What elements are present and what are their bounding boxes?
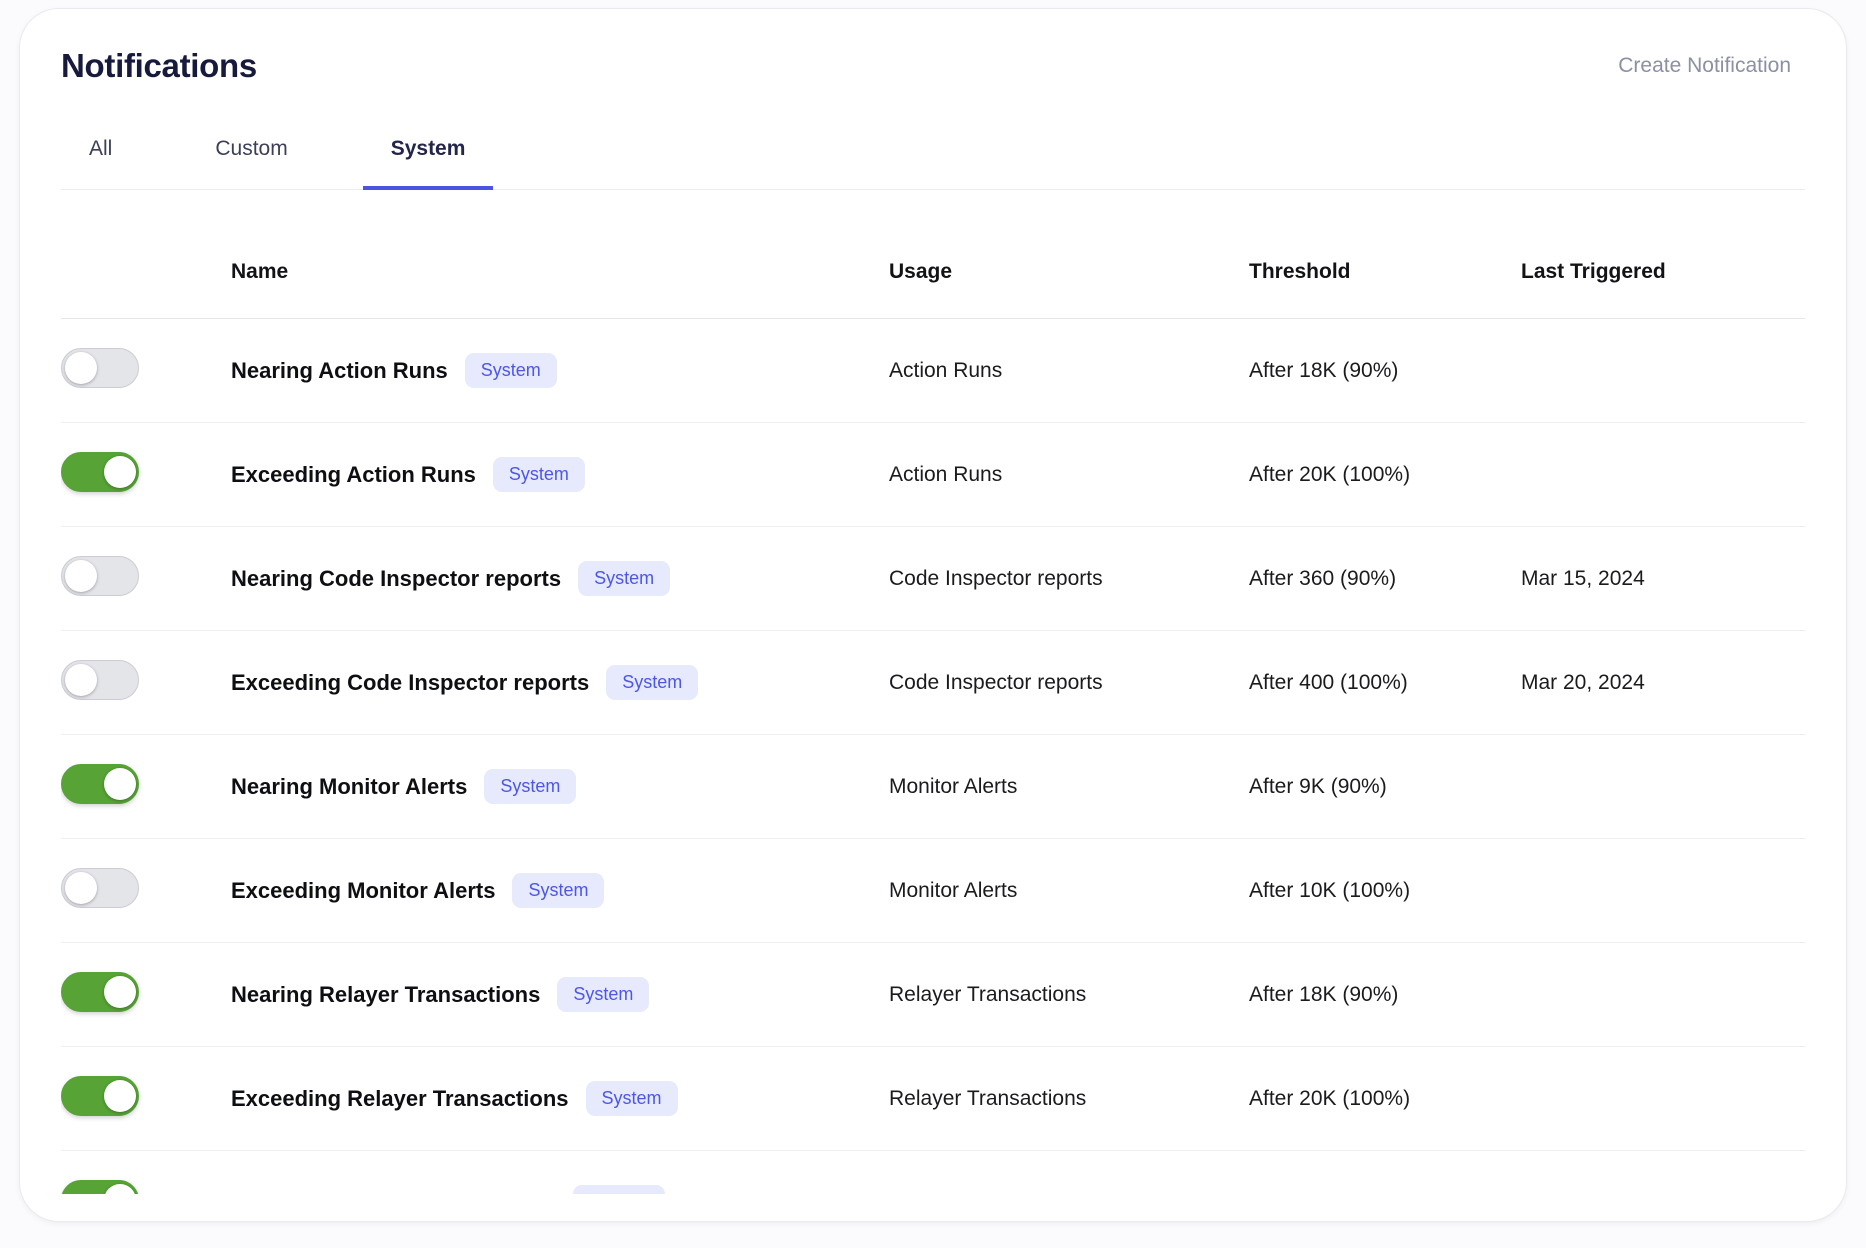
usage-value: Relayer Transactions [889,1087,1249,1111]
notification-toggle[interactable] [61,972,139,1012]
notification-name: Nearing Relayer Transactions [231,982,540,1008]
toggle-knob [65,872,97,904]
system-badge: System [557,977,649,1012]
system-badge: System [573,1185,665,1194]
create-notification-button[interactable]: Create Notification [1618,54,1805,78]
notification-toggle[interactable] [61,660,139,700]
table-row: Exceeding Monitor Alerts System Monitor … [61,839,1805,943]
toggle-knob [104,456,136,488]
table-row: Exceeding Action Runs System Action Runs… [61,423,1805,527]
usage-value: Action Runs [889,359,1249,383]
threshold-value: After 9K (90%) [1249,775,1521,799]
system-badge: System [484,769,576,804]
system-badge: System [493,457,585,492]
threshold-value: After 360 (90%) [1249,567,1521,591]
notification-name: Exceeding Monitor Alerts [231,878,495,904]
table-row: Nearing Monitor Alerts System Monitor Al… [61,735,1805,839]
notification-name: Exceeding Code Inspector reports [231,670,589,696]
system-badge: System [465,353,557,388]
notification-toggle[interactable] [61,556,139,596]
table-row: System [61,1151,1805,1194]
usage-value: Code Inspector reports [889,671,1249,695]
system-badge: System [606,665,698,700]
toggle-knob [104,976,136,1008]
threshold-value: After 18K (90%) [1249,983,1521,1007]
usage-value: Monitor Alerts [889,879,1249,903]
last-triggered-value: Mar 20, 2024 [1521,671,1805,695]
tab-bar: All Custom System [61,108,1805,190]
notification-toggle[interactable] [61,868,139,908]
toggle-knob [104,1080,136,1112]
notification-name: Nearing Action Runs [231,358,448,384]
threshold-value: After 20K (100%) [1249,463,1521,487]
column-header-last-triggered: Last Triggered [1521,260,1805,284]
page-title: Notifications [61,47,257,85]
column-header-threshold: Threshold [1249,260,1521,284]
page-header: Notifications Create Notification [61,47,1805,85]
table-row: Nearing Code Inspector reports System Co… [61,527,1805,631]
notification-toggle[interactable] [61,1180,139,1194]
threshold-value: After 18K (90%) [1249,359,1521,383]
notification-toggle[interactable] [61,452,139,492]
notification-toggle[interactable] [61,348,139,388]
toggle-knob [104,768,136,800]
table-row: Nearing Relayer Transactions System Rela… [61,943,1805,1047]
last-triggered-value: Mar 15, 2024 [1521,567,1805,591]
notification-toggle[interactable] [61,764,139,804]
toggle-knob [65,664,97,696]
notification-name: Nearing Monitor Alerts [231,774,467,800]
toggle-knob [104,1184,136,1194]
toggle-knob [65,560,97,592]
system-badge: System [578,561,670,596]
toggle-knob [65,352,97,384]
table-row: Nearing Action Runs System Action Runs A… [61,319,1805,423]
notifications-card: Notifications Create Notification All Cu… [19,8,1847,1222]
usage-value: Relayer Transactions [889,983,1249,1007]
usage-value: Code Inspector reports [889,567,1249,591]
usage-value: Action Runs [889,463,1249,487]
notification-name: Exceeding Relayer Transactions [231,1086,569,1112]
table-header: Name Usage Threshold Last Triggered [61,190,1805,319]
threshold-value: After 400 (100%) [1249,671,1521,695]
system-badge: System [586,1081,678,1116]
table-row: Exceeding Relayer Transactions System Re… [61,1047,1805,1151]
threshold-value: After 10K (100%) [1249,879,1521,903]
table-body: Nearing Action Runs System Action Runs A… [61,319,1805,1194]
table-row: Exceeding Code Inspector reports System … [61,631,1805,735]
usage-value: Monitor Alerts [889,775,1249,799]
tab-system[interactable]: System [363,108,494,189]
threshold-value: After 20K (100%) [1249,1087,1521,1111]
system-badge: System [512,873,604,908]
column-header-name: Name [231,260,889,284]
notification-toggle[interactable] [61,1076,139,1116]
tab-custom[interactable]: Custom [187,108,315,189]
notification-name: Nearing Code Inspector reports [231,566,561,592]
tab-all[interactable]: All [61,108,140,189]
notification-name: Exceeding Action Runs [231,462,476,488]
column-header-usage: Usage [889,260,1249,284]
